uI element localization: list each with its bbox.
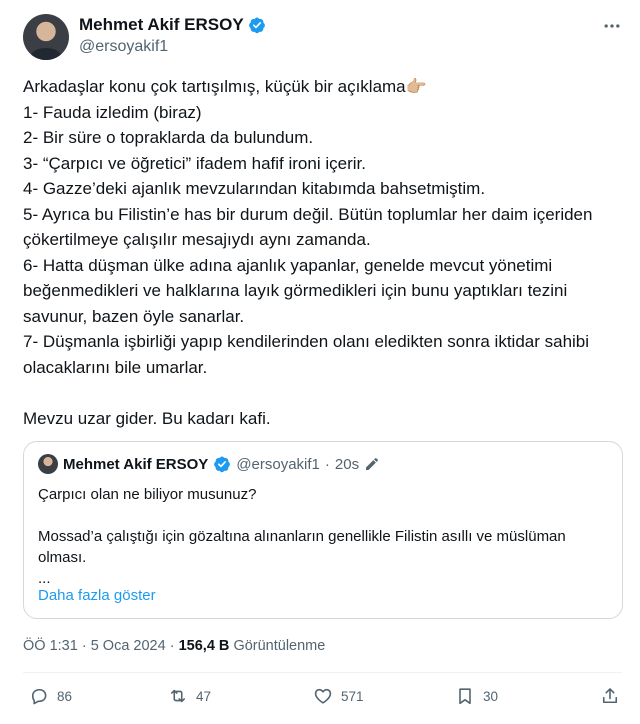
quoted-tweet[interactable]: Mehmet Akif ERSOY @ersoyakif1 · 20s Çarp… — [23, 441, 623, 619]
quoted-time: 20s — [334, 455, 360, 473]
bookmark-icon — [459, 688, 471, 705]
tweet-date[interactable]: 5 Oca 2024 — [91, 638, 166, 654]
repost-icon — [170, 689, 186, 703]
quoted-tweet-text: Çarpıcı olan ne biliyor musunuz? Mossad’… — [38, 486, 566, 587]
like-button[interactable]: 571 — [313, 686, 364, 706]
quoted-tweet-header: Mehmet Akif ERSOY @ersoyakif1 · 20s — [38, 454, 380, 474]
quoted-separator: · — [324, 455, 330, 473]
quoted-author-avatar — [38, 454, 58, 474]
meta-separator: · — [81, 638, 87, 654]
divider — [23, 672, 622, 673]
verified-badge-icon — [248, 17, 265, 34]
quoted-author-name: Mehmet Akif ERSOY — [63, 455, 209, 473]
quoted-author-handle: @ersoyakif1 — [236, 455, 320, 473]
verified-badge-icon — [214, 456, 231, 473]
author-name-row[interactable]: Mehmet Akif ERSOY — [79, 15, 266, 35]
views-count: 156,4 B — [178, 638, 230, 654]
bookmark-count: 30 — [483, 688, 499, 704]
bookmark-button[interactable]: 30 — [455, 686, 498, 706]
reply-button[interactable]: 86 — [29, 686, 72, 706]
action-bar: 86 47 571 30 — [23, 686, 622, 714]
reply-count: 86 — [57, 688, 73, 704]
author-name[interactable]: Mehmet Akif ERSOY — [79, 15, 244, 35]
meta-separator: · — [169, 638, 175, 654]
tweet-text: Arkadaşlar konu çok tartışılmış, küçük b… — [23, 77, 593, 428]
share-icon — [602, 688, 618, 704]
more-dots-icon[interactable] — [602, 16, 622, 41]
show-more-link[interactable]: Daha fazla göster — [38, 587, 156, 604]
tweet-time[interactable]: ÖÖ 1:31 — [23, 638, 78, 654]
repost-count: 47 — [196, 688, 212, 704]
author-handle[interactable]: @ersoyakif1 — [79, 38, 168, 56]
share-button[interactable] — [600, 686, 620, 706]
author-avatar[interactable] — [23, 14, 69, 60]
like-count: 571 — [341, 688, 364, 704]
tweet-meta: ÖÖ 1:31 · 5 Oca 2024 · 156,4 B Görüntüle… — [23, 638, 325, 654]
reply-icon — [31, 688, 47, 705]
views-label: Görüntülenme — [233, 638, 326, 654]
heart-icon — [314, 688, 332, 704]
edit-pencil-icon — [366, 457, 379, 470]
repost-button[interactable]: 47 — [168, 686, 211, 706]
